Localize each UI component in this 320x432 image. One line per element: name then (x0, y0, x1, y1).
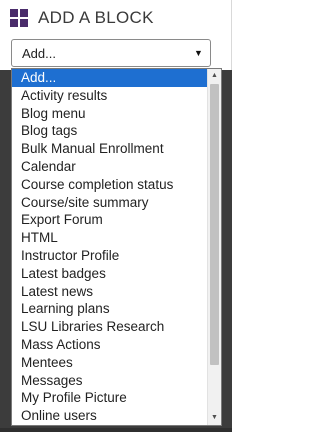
dropdown-option[interactable]: Blog menu (12, 105, 207, 123)
dropdown-option[interactable]: Add... (12, 69, 207, 87)
dropdown-option[interactable]: Online users (12, 407, 207, 425)
dropdown-option[interactable]: Messages (12, 372, 207, 390)
dropdown-option[interactable]: Course completion status (12, 176, 207, 194)
dropdown-option[interactable]: Latest badges (12, 265, 207, 283)
dropdown-scrollbar[interactable]: ▲ ▼ (207, 69, 221, 425)
dropdown-option[interactable]: Export Forum (12, 211, 207, 229)
dropdown-option[interactable]: My Profile Picture (12, 389, 207, 407)
add-block-card: ADD A BLOCK Add... ▼ (0, 0, 232, 70)
grid-icon (10, 9, 28, 27)
dropdown-option[interactable]: Latest news (12, 283, 207, 301)
scroll-up-arrow-icon[interactable]: ▲ (208, 69, 221, 83)
dropdown-popup: Add... Activity results Blog menu Blog tags… (11, 68, 222, 426)
dropdown-option[interactable]: Bulk Manual Enrollment (12, 140, 207, 158)
dropdown-option[interactable]: Course/site summary (12, 194, 207, 212)
dropdown-option[interactable]: Activity results (12, 87, 207, 105)
dropdown-option[interactable]: Learning plans (12, 300, 207, 318)
page-background-strip (0, 428, 232, 432)
block-title: ADD A BLOCK (38, 8, 154, 27)
chevron-down-icon: ▼ (194, 48, 203, 58)
dropdown-option[interactable]: LSU Libraries Research (12, 318, 207, 336)
dropdown-list: Add... Activity results Blog menu Blog tags… (12, 69, 207, 425)
dropdown-option[interactable]: Calendar (12, 158, 207, 176)
dropdown-option[interactable]: Mentees (12, 354, 207, 372)
block-header: ADD A BLOCK (10, 6, 154, 30)
add-block-select[interactable]: Add... ▼ (11, 39, 211, 67)
page: ADD A BLOCK Add... ▼ Add... Activity resu… (0, 0, 232, 432)
select-value: Add... (22, 45, 56, 61)
dropdown-option[interactable]: Instructor Profile (12, 247, 207, 265)
scroll-down-arrow-icon[interactable]: ▼ (208, 411, 221, 425)
scrollbar-thumb[interactable] (210, 84, 219, 365)
dropdown-option[interactable]: Mass Actions (12, 336, 207, 354)
dropdown-option[interactable]: Blog tags (12, 122, 207, 140)
dropdown-option[interactable]: HTML (12, 229, 207, 247)
